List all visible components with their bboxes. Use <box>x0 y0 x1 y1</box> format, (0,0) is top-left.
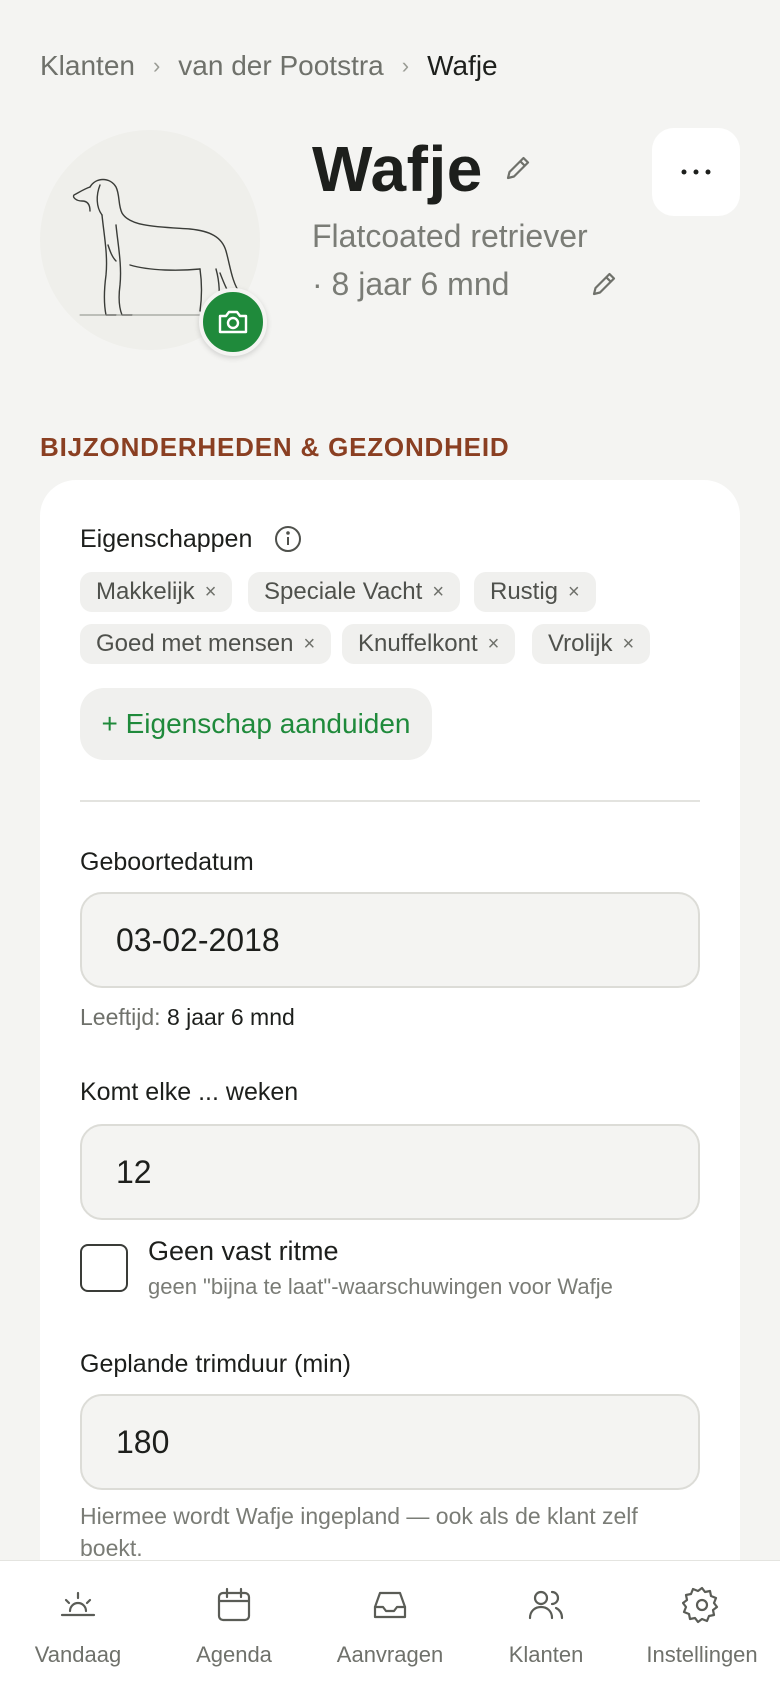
remove-x-icon[interactable]: × <box>205 581 217 604</box>
age-hint: Leeftijd: 8 jaar 6 mnd <box>80 1004 295 1031</box>
gear-icon <box>681 1585 722 1630</box>
add-trait-button[interactable]: + Eigenschap aanduiden <box>80 688 432 760</box>
trait-chip-label: Makkelijk <box>96 578 195 605</box>
nav-item-klanten[interactable]: Klanten <box>468 1561 624 1688</box>
inbox-icon <box>370 1585 410 1630</box>
nav-item-instellingen[interactable]: Instellingen <box>624 1561 780 1688</box>
nav-label: Aanvragen <box>336 1642 444 1667</box>
trait-chip[interactable]: Speciale Vacht × <box>248 572 461 612</box>
breadcrumb-client[interactable]: van der Pootstra <box>178 50 383 82</box>
age-value: 8 jaar 6 mnd <box>166 1004 295 1030</box>
remove-x-icon[interactable]: × <box>432 581 444 604</box>
breadcrumb: Klanten › van der Pootstra › Wafje <box>40 50 498 82</box>
interval-label: Komt elke ... weken <box>80 1078 299 1106</box>
breadcrumb-current: Wafje <box>427 50 498 81</box>
pet-breed-age: Flatcoated retriever · 8 jaar 6 mnd <box>312 218 588 302</box>
no-rhythm-title: Geen vast ritme <box>148 1236 339 1266</box>
trait-chip[interactable]: Makkelijk × <box>80 572 233 612</box>
section-title: BIJZONDERHEDEN & GEZONDHEID <box>40 432 510 462</box>
no-rhythm-checkbox[interactable] <box>80 1244 128 1292</box>
more-horizontal-icon <box>680 163 712 181</box>
nav-label: Instellingen <box>646 1642 758 1667</box>
trait-chip[interactable]: Vrolijk × <box>532 624 651 664</box>
trait-chip-label: Knuffelkont <box>358 630 478 657</box>
remove-x-icon[interactable]: × <box>622 633 634 656</box>
nav-item-agenda[interactable]: Agenda <box>156 1561 312 1688</box>
more-options-button[interactable] <box>652 128 740 216</box>
no-rhythm-subtitle: geen "bijna te laat"-waarschuwingen voor… <box>148 1274 613 1299</box>
trait-chip[interactable]: Knuffelkont × <box>342 624 516 664</box>
remove-x-icon[interactable]: × <box>488 633 500 656</box>
duration-label: Geplande trimduur (min) <box>80 1350 351 1378</box>
users-icon <box>526 1585 566 1630</box>
duration-footnote: Hiermee wordt Wafje ingepland — ook als … <box>80 1503 638 1561</box>
birthdate-field[interactable] <box>80 892 700 988</box>
interval-field[interactable] <box>80 1124 700 1220</box>
traits-label: Eigenschappen <box>80 525 253 553</box>
duration-field[interactable] <box>80 1394 700 1490</box>
trait-chip-label: Speciale Vacht <box>264 578 423 605</box>
trait-chip[interactable]: Rustig × <box>474 572 596 612</box>
calendar-icon <box>214 1585 254 1630</box>
nav-label: Agenda <box>196 1642 272 1667</box>
chevron-right-icon: › <box>401 53 410 78</box>
nav-item-aanvragen[interactable]: Aanvragen <box>312 1561 468 1688</box>
info-icon[interactable] <box>274 525 302 558</box>
nav-label: Vandaag <box>34 1642 122 1667</box>
trait-chip-label: Rustig <box>490 578 559 605</box>
bottom-nav: Vandaag Agenda Aanvragen Klanten Instell… <box>0 1560 780 1688</box>
breadcrumb-klanten[interactable]: Klanten <box>40 50 135 82</box>
edit-breed-pencil-icon[interactable] <box>588 268 620 305</box>
trait-chip-label: Vrolijk <box>548 630 613 657</box>
pet-name: Wafje <box>312 133 483 205</box>
birthdate-label: Geboortedatum <box>80 848 254 876</box>
nav-item-vandaag[interactable]: Vandaag <box>0 1561 156 1688</box>
sunrise-icon <box>58 1585 98 1630</box>
age-prefix: Leeftijd: <box>80 1004 161 1030</box>
chevron-right-icon: › <box>152 53 161 78</box>
camera-icon <box>218 310 248 334</box>
divider <box>80 800 700 802</box>
nav-label: Klanten <box>508 1642 584 1667</box>
remove-x-icon[interactable]: × <box>303 633 315 656</box>
trait-chip-label: Goed met mensen <box>96 630 294 657</box>
change-photo-button[interactable] <box>199 288 267 356</box>
remove-x-icon[interactable]: × <box>568 581 580 604</box>
edit-name-pencil-icon[interactable] <box>502 152 534 189</box>
trait-chip[interactable]: Goed met mensen × <box>80 624 332 664</box>
